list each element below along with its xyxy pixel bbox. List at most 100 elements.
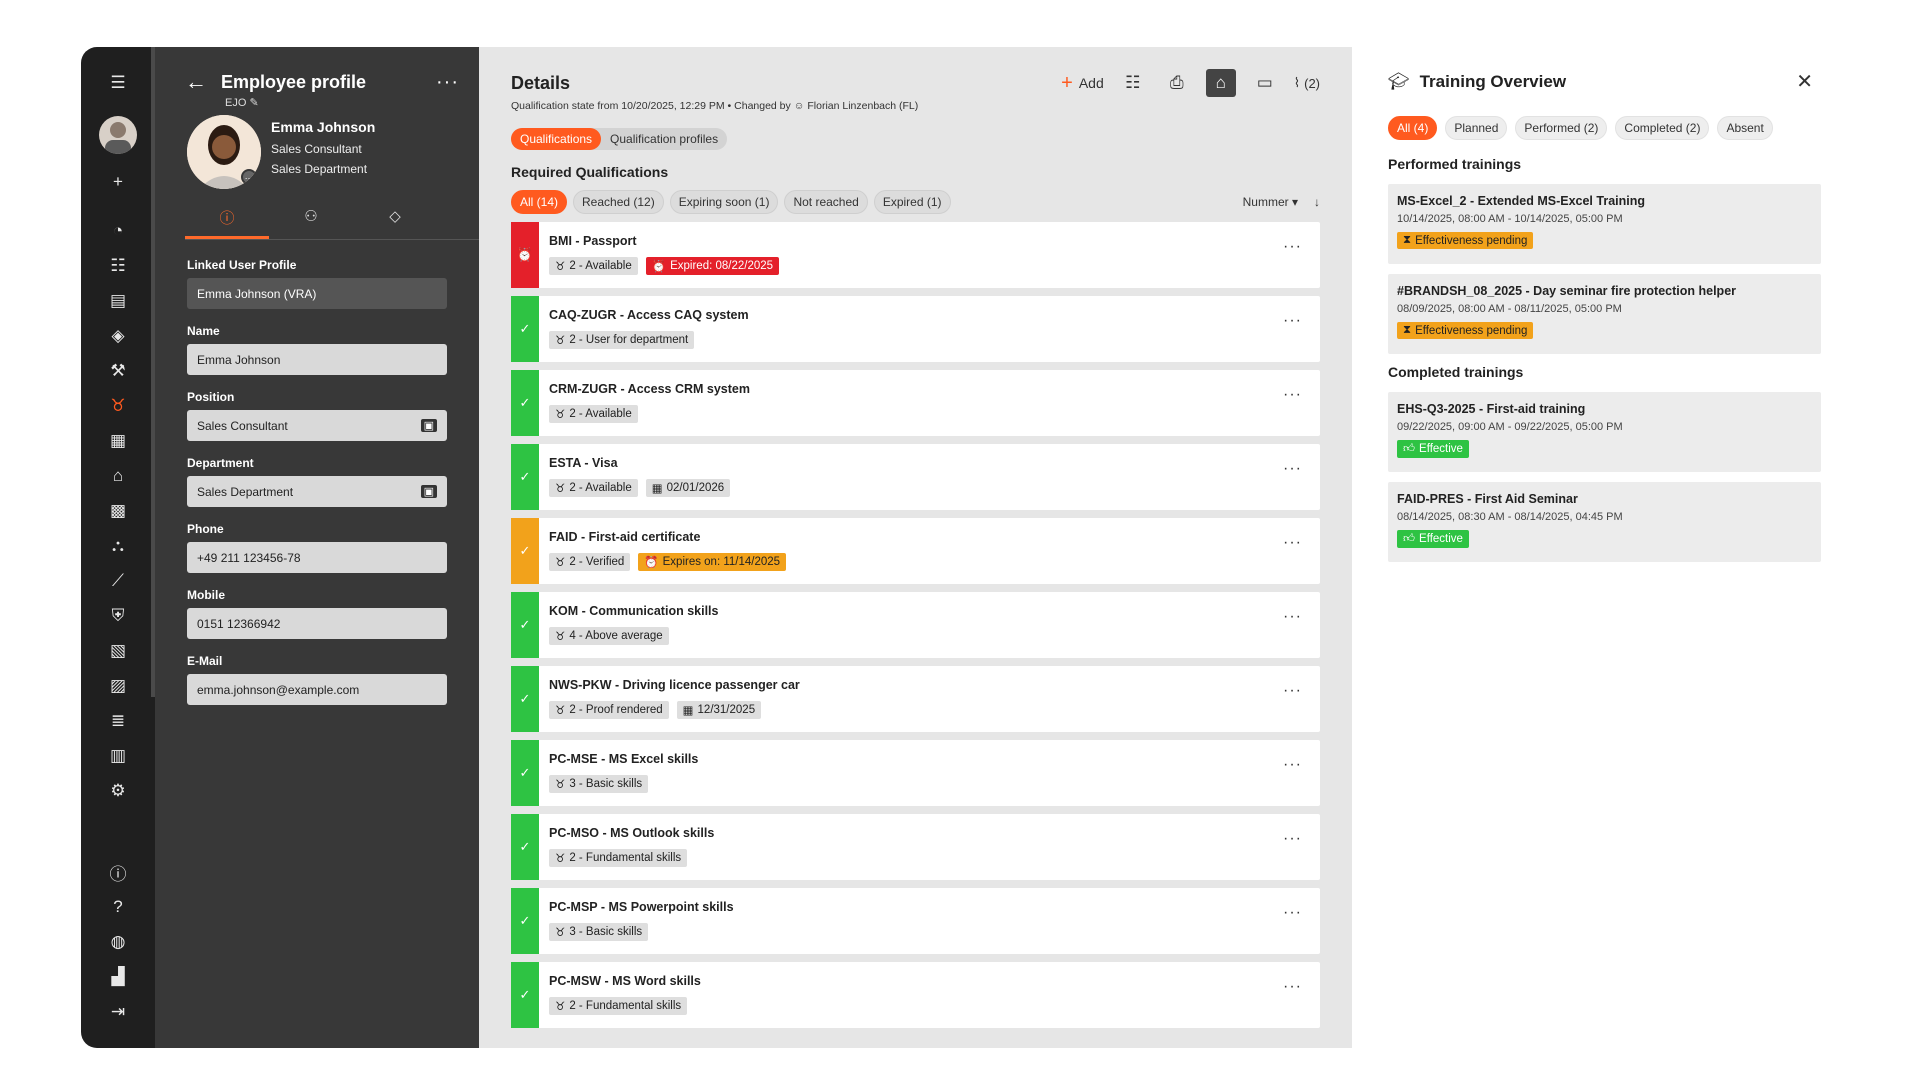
menu-icon[interactable]: ☰ — [104, 69, 132, 97]
puzzle-icon[interactable]: ▩ — [104, 497, 132, 525]
checklist-badge-icon[interactable]: ☷ — [1118, 69, 1148, 97]
effectiveness-badge: ⧗ Effectiveness pending — [1397, 322, 1534, 339]
edit-pencil-icon[interactable]: ✎ — [249, 97, 258, 109]
shield-icon[interactable]: ⛨ — [104, 602, 132, 630]
gear-icon[interactable]: ⚙ — [104, 777, 132, 805]
details-panel: Details + Add ☷ ⎙ ⌂ ▭ ⌇ (2) Qualification … — [479, 47, 1352, 1048]
training-filter-absent[interactable]: Absent — [1717, 116, 1773, 140]
qualification-card[interactable]: ✓ PC-MSE - MS Excel skills ♉ 3 - Basic skil… — [511, 740, 1320, 806]
training-filter-planned[interactable]: Planned — [1445, 116, 1508, 140]
segment-qualification-profiles[interactable]: Qualification profiles — [601, 128, 727, 150]
mobile-field[interactable]: 0151 12366942 — [187, 608, 447, 639]
more-options-icon[interactable]: ··· — [1283, 460, 1302, 478]
library-icon[interactable]: ▥ — [104, 742, 132, 770]
filter-expiring[interactable]: Expiring soon (1) — [669, 190, 779, 214]
graduation-cap-icon[interactable]: ⌂ — [104, 462, 132, 490]
help-icon[interactable]: ? — [104, 893, 132, 921]
training-dates: 10/14/2025, 08:00 AM - 10/14/2025, 05:00… — [1397, 213, 1623, 225]
qualification-card[interactable]: ✓ PC-MSP - MS Powerpoint skills ♉ 3 - Basic… — [511, 888, 1320, 954]
training-card[interactable]: MS-Excel_2 - Extended MS-Excel Training 1… — [1388, 184, 1821, 264]
training-name: EHS-Q3-2025 - First-aid training — [1397, 402, 1586, 416]
qualification-card[interactable]: ✓ PC-MSO - MS Outlook skills ♉ 2 - Fundamen… — [511, 814, 1320, 880]
more-options-icon[interactable]: ··· — [1283, 312, 1302, 330]
tab-info-icon[interactable]: ⓘ — [185, 207, 269, 239]
qualification-card[interactable]: ✓ NWS-PKW - Driving licence passenger car… — [511, 666, 1320, 732]
level-tag: ♉ 4 - Above average — [549, 627, 669, 645]
factory-icon[interactable]: ▟ — [104, 963, 132, 991]
training-filter-all[interactable]: All (4) — [1388, 116, 1438, 140]
sort-control[interactable]: Nummer ▾ ↓ — [1243, 195, 1320, 209]
filter-reached[interactable]: Reached (12) — [573, 190, 664, 214]
tab-team-icon[interactable]: ⚇ — [269, 207, 353, 239]
more-options-icon[interactable]: ··· — [1283, 756, 1302, 774]
tab-tags-icon[interactable]: ◇ — [353, 207, 437, 239]
qualification-card[interactable]: ✓ CRM-ZUGR - Access CRM system ♉ 2 - Availa… — [511, 370, 1320, 436]
chart-icon[interactable]: ⟋ — [104, 567, 132, 595]
filter-expired[interactable]: Expired (1) — [873, 190, 951, 214]
phone-field[interactable]: +49 211 123456-78 — [187, 542, 447, 573]
qualification-card[interactable]: ✓ KOM - Communication skills ♉ 4 - Above av… — [511, 592, 1320, 658]
training-card[interactable]: EHS-Q3-2025 - First-aid training 09/22/20… — [1388, 392, 1821, 472]
id-card-icon[interactable]: ▣ — [420, 485, 437, 498]
level-tag: ♉ 2 - Fundamental skills — [549, 997, 688, 1015]
training-cap-icon[interactable]: ⌂ — [1205, 69, 1236, 97]
attachments-button[interactable]: ⌇ (2) — [1294, 69, 1320, 97]
list-icon[interactable]: ≣ — [104, 707, 132, 735]
filter-all[interactable]: All (14) — [511, 190, 568, 214]
document-icon[interactable]: ▨ — [104, 672, 132, 700]
add-button[interactable]: + Add — [1061, 72, 1104, 95]
qualification-card[interactable]: ✓ ESTA - Visa ♉ 2 - Available ▦ 02/01/2026 ··· — [511, 444, 1320, 510]
qualification-body: PC-MSP - MS Powerpoint skills ♉ 3 - Basic … — [539, 888, 1320, 954]
more-options-icon[interactable]: ··· — [1283, 608, 1302, 626]
graduation-cap-icon: 🎓︎ — [1388, 71, 1410, 91]
close-icon[interactable]: ✕ — [1796, 69, 1821, 94]
email-field[interactable]: emma.johnson@example.com — [187, 674, 447, 705]
more-options-icon[interactable]: ··· — [1283, 904, 1302, 922]
more-options-icon[interactable]: ··· — [1283, 830, 1302, 848]
qualification-card[interactable]: ✓ FAID - First-aid certificate ♉ 2 - Verifi… — [511, 518, 1320, 584]
check-icon: ✓ — [519, 765, 531, 780]
department-field[interactable]: Sales Department ▣ — [187, 476, 447, 507]
cube-icon[interactable]: ◈ — [104, 322, 132, 350]
status-bar: ✓ — [511, 518, 539, 584]
more-options-icon[interactable]: ··· — [1283, 978, 1302, 996]
segment-qualifications[interactable]: Qualifications — [511, 128, 602, 150]
photo-menu-icon[interactable]: … — [241, 169, 257, 185]
qualification-card[interactable]: ✓ PC-MSW - MS Word skills ♉ 2 - Fundamental… — [511, 962, 1320, 1028]
wrench-icon[interactable]: ⚒ — [104, 357, 132, 385]
checklist-icon[interactable]: ☷ — [104, 252, 132, 280]
print-icon[interactable]: ⎙ — [1162, 69, 1192, 97]
more-options-icon[interactable]: ··· — [1283, 682, 1302, 700]
id-card-icon[interactable]: ▣ — [420, 419, 437, 432]
more-options-icon[interactable]: ··· — [436, 71, 459, 94]
training-filter-completed[interactable]: Completed (2) — [1615, 116, 1710, 140]
filter-not-reached[interactable]: Not reached — [784, 190, 868, 214]
clipboard-icon[interactable]: ▤ — [104, 287, 132, 315]
sort-direction-icon[interactable]: ↓ — [1314, 195, 1320, 209]
document-check-icon[interactable]: ▧ — [104, 637, 132, 665]
training-filter-performed[interactable]: Performed (2) — [1515, 116, 1608, 140]
linked-user-field[interactable]: Emma Johnson (VRA) — [187, 278, 447, 309]
globe-icon[interactable]: ◍ — [104, 928, 132, 956]
training-card[interactable]: #BRANDSH_08_2025 - Day seminar fire prot… — [1388, 274, 1821, 354]
user-avatar[interactable] — [99, 116, 137, 154]
position-field[interactable]: Sales Consultant ▣ — [187, 410, 447, 441]
logout-icon[interactable]: ⇥ — [104, 998, 132, 1026]
qualification-card[interactable]: ✓ CAQ-ZUGR - Access CAQ system ♉ 2 - User f… — [511, 296, 1320, 362]
info-icon[interactable]: ⓘ — [104, 858, 132, 886]
dashboard-icon[interactable]: ◔ — [104, 217, 132, 245]
more-options-icon[interactable]: ··· — [1283, 534, 1302, 552]
more-options-icon[interactable]: ··· — [1283, 386, 1302, 404]
note-icon[interactable]: ▭ — [1250, 69, 1280, 97]
qualification-card[interactable]: ⏰ BMI - Passport ♉ 2 - Available ⏰ Expired: 0… — [511, 222, 1320, 288]
qualification-body: BMI - Passport ♉ 2 - Available ⏰ Expired: 08… — [539, 222, 1320, 288]
level-tag: ♉ 3 - Basic skills — [549, 775, 649, 793]
calendar-icon[interactable]: ▦ — [104, 427, 132, 455]
name-field[interactable]: Emma Johnson — [187, 344, 447, 375]
medal-icon[interactable]: ♉ — [104, 392, 132, 420]
back-arrow-icon[interactable]: ← — [185, 69, 207, 95]
more-options-icon[interactable]: ··· — [1283, 238, 1302, 256]
org-chart-icon[interactable]: ⛬ — [104, 532, 132, 560]
plus-icon[interactable]: + — [104, 168, 132, 196]
training-card[interactable]: FAID-PRES - First Aid Seminar 08/14/2025,… — [1388, 482, 1821, 562]
